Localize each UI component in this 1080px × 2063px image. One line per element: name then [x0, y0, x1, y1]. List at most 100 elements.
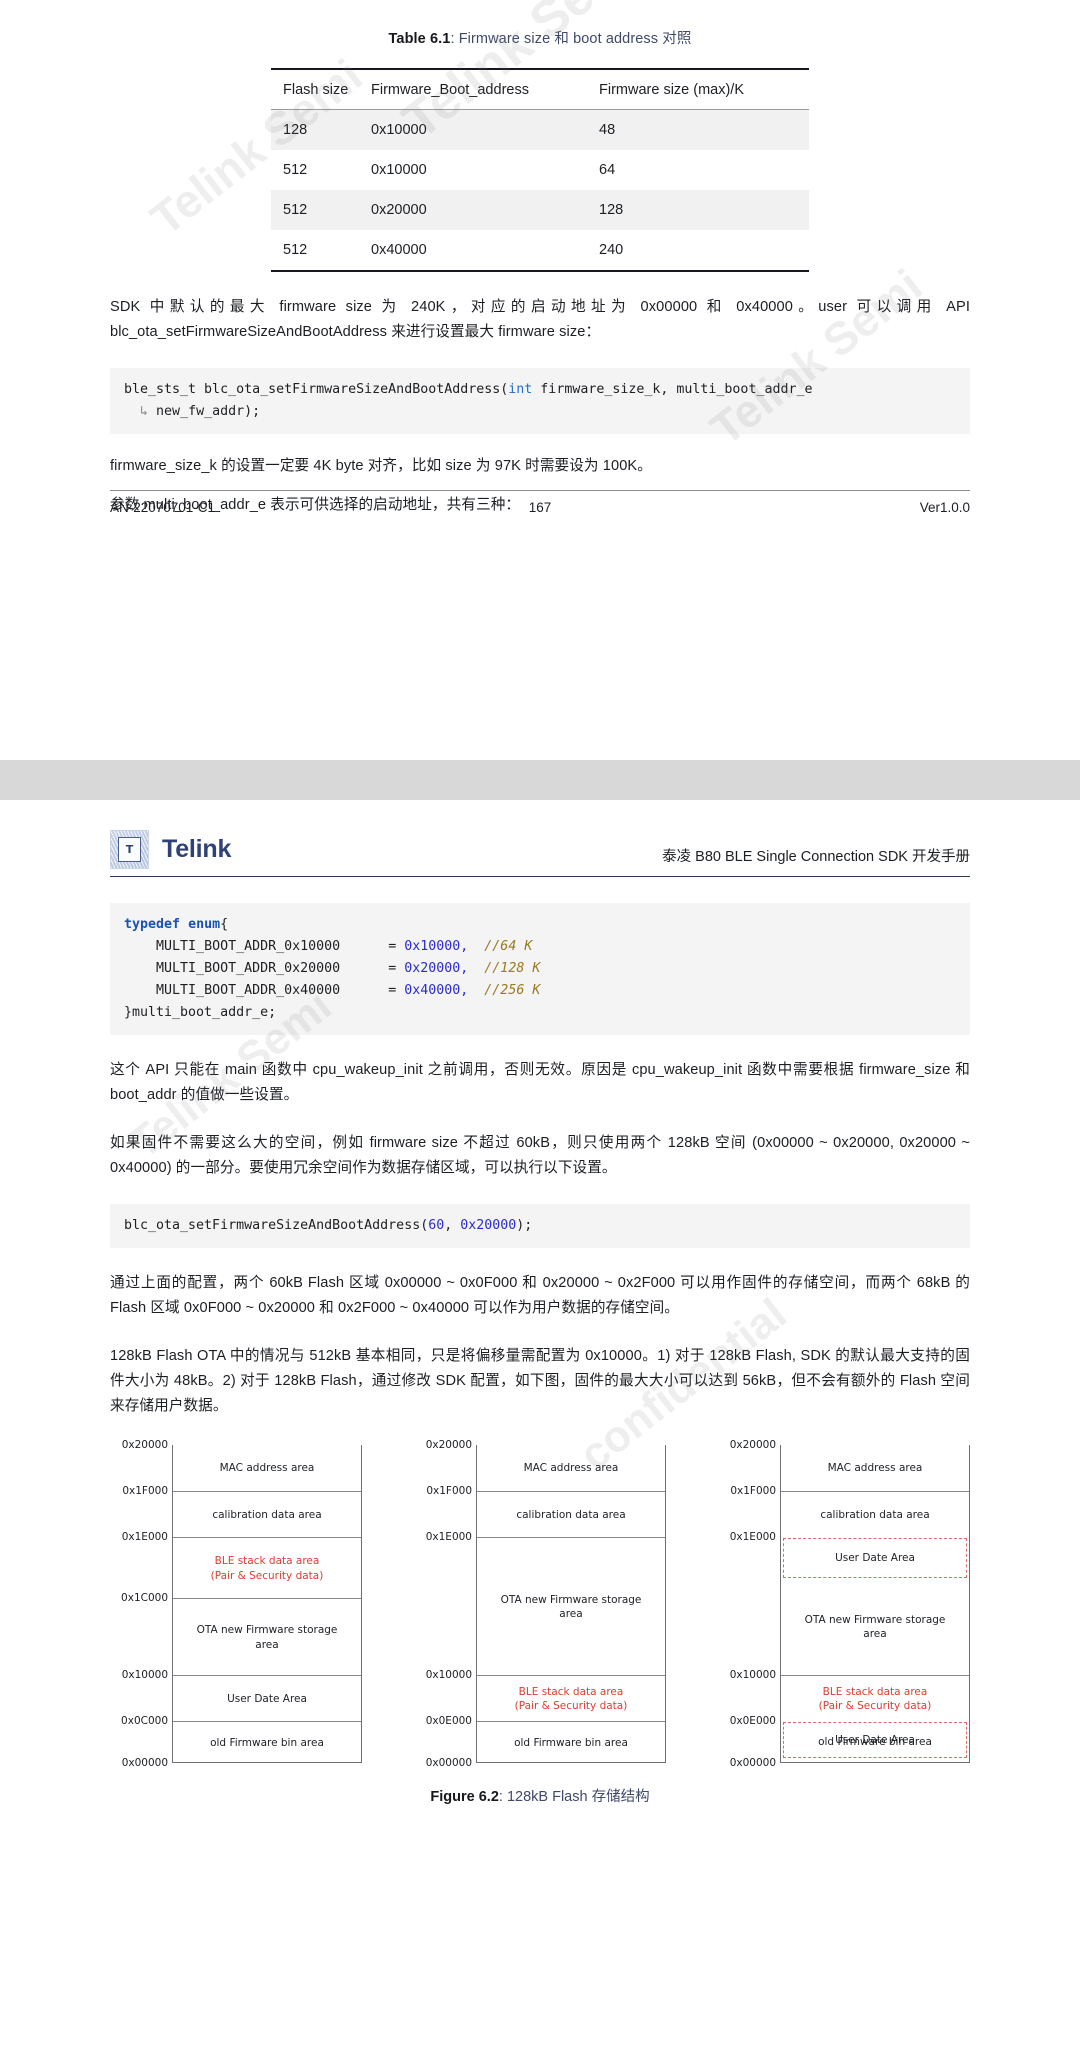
- memory-region-label: MAC address area: [827, 1462, 923, 1475]
- paragraph-128kb-flash-ota: 128kB Flash OTA 中的情况与 512kB 基本相同，只是将偏移量需…: [110, 1348, 970, 1415]
- table-row: 512 0x10000 64: [271, 150, 809, 190]
- address-label: 0x00000: [425, 1757, 472, 1770]
- address-label: 0x1F000: [426, 1485, 472, 1498]
- memory-region-label: User Date Area: [835, 1734, 915, 1747]
- address-label: 0x0E000: [425, 1715, 472, 1728]
- code-comment: //256 K: [484, 982, 541, 998]
- code-block-setfirmwaresize-call: blc_ota_setFirmwareSizeAndBootAddress(60…: [110, 1204, 970, 1248]
- memory-region-label: old Firmware bin area: [210, 1736, 324, 1749]
- address-label: 0x0E000: [729, 1715, 776, 1728]
- memory-region: old Firmware bin area: [173, 1721, 361, 1763]
- address-label: 0x00000: [729, 1757, 776, 1770]
- memory-region: MAC address area: [477, 1445, 665, 1491]
- table-row: 128 0x10000 48: [271, 109, 809, 150]
- memory-region-user-data: User Date Area: [783, 1538, 967, 1579]
- flash-memory-map: MAC address area calibration data area U…: [780, 1445, 970, 1764]
- memory-region-user-data: User Date Area: [783, 1722, 967, 1759]
- table-caption-sep: :: [450, 31, 459, 47]
- code-text: );: [516, 1218, 533, 1234]
- address-label: 0x00000: [121, 1757, 168, 1770]
- table-body: 128 0x10000 48 512 0x10000 64 512 0x2000…: [271, 109, 809, 272]
- memory-region: OTA new Firmware storage area: [781, 1578, 969, 1675]
- code-text: blc_ota_setFirmwareSizeAndBootAddress(: [124, 1218, 429, 1234]
- table-header-cell: Firmware size (max)/K: [599, 70, 809, 110]
- table-row: 512 0x40000 240: [271, 230, 809, 272]
- code-text: }multi_boot_addr_e;: [124, 1004, 277, 1020]
- memory-region: OTA new Firmware storage area: [173, 1598, 361, 1675]
- code-text: =: [388, 938, 397, 954]
- code-enum-name: MULTI_BOOT_ADDR_0x10000: [156, 938, 341, 954]
- memory-region-label: OTA new Firmware storage area: [804, 1613, 946, 1640]
- memory-region-label: User Date Area: [227, 1692, 307, 1705]
- table-cell: 0x40000: [371, 230, 599, 272]
- flash-memory-map: MAC address area calibration data area O…: [476, 1445, 666, 1764]
- table-cell: 128: [283, 122, 308, 138]
- code-keyword: enum: [188, 917, 221, 932]
- table-cell: 512: [283, 162, 308, 178]
- code-text: ,: [444, 1218, 461, 1234]
- table-row: 512 0x20000 128: [271, 190, 809, 230]
- paragraph-small-firmware: 如果固件不需要这么大的空间，例如 firmware size 不超过 60kB，…: [110, 1134, 970, 1176]
- address-label-column: 0x20000 0x1F000 0x1E000 0x10000 0x0E000 …: [414, 1439, 476, 1769]
- memory-region: User Date Area: [173, 1675, 361, 1721]
- memory-region: MAC address area: [173, 1445, 361, 1491]
- memory-region-label: BLE stack data area (Pair & Security data…: [210, 1555, 324, 1582]
- memory-region: old Firmware bin area: [477, 1721, 665, 1763]
- table-cell: 240: [599, 230, 809, 272]
- footer-rule: [110, 490, 970, 491]
- table-header-cell: Flash size: [271, 70, 371, 110]
- memory-region-label: calibration data area: [516, 1508, 626, 1521]
- memory-region: calibration data area: [173, 1491, 361, 1537]
- document-page-2: Telink Semi confidential T Telink 泰凌 B80…: [0, 800, 1080, 2063]
- address-label: 0x1F000: [122, 1485, 168, 1498]
- telink-logo: T Telink: [110, 830, 231, 869]
- flash-memory-map: MAC address area calibration data area B…: [172, 1445, 362, 1764]
- address-label: 0x20000: [425, 1439, 472, 1452]
- code-number: 0x20000: [460, 1218, 517, 1234]
- memory-region: OTA new Firmware storage area: [477, 1537, 665, 1675]
- figure-caption-sep: :: [498, 1789, 507, 1806]
- footer-version: Ver1.0.0: [919, 500, 970, 515]
- code-text: =: [388, 982, 397, 998]
- footer-page-number: 167: [528, 500, 552, 515]
- paragraph-api-call-location: 这个 API 只能在 main 函数中 cpu_wakeup_init 之前调用…: [110, 1061, 970, 1103]
- memory-region: calibration data area: [781, 1491, 969, 1537]
- footer-row: AN-22070701-C1 167 Ver1.0.0: [110, 500, 970, 515]
- code-comment: //128 K: [484, 960, 541, 976]
- table-cell: 48: [599, 122, 616, 138]
- address-label: 0x1F000: [730, 1485, 776, 1498]
- code-enum-name: MULTI_BOOT_ADDR_0x20000: [156, 960, 341, 976]
- flash-diagram-2: 0x20000 0x1F000 0x1E000 0x10000 0x0E000 …: [414, 1439, 666, 1769]
- brand-name: Telink: [162, 835, 232, 863]
- address-label: 0x10000: [729, 1669, 776, 1682]
- address-label: 0x1C000: [121, 1592, 168, 1605]
- address-label: 0x20000: [729, 1439, 776, 1452]
- figure-caption-text: 128kB Flash 存储结构: [506, 1789, 650, 1806]
- code-number: 60: [428, 1218, 445, 1234]
- address-label-column: 0x20000 0x1F000 0x1E000 0x1C000 0x10000 …: [110, 1439, 172, 1769]
- memory-region-label: BLE stack data area (Pair & Security data…: [818, 1685, 932, 1712]
- table-header-cell: Firmware_Boot_address: [371, 70, 599, 110]
- memory-region: BLE stack data area (Pair & Security data…: [173, 1537, 361, 1598]
- table-cell: 0x20000: [371, 202, 427, 218]
- code-comment: //64 K: [484, 938, 533, 954]
- table-cell: 0x10000: [371, 122, 427, 138]
- memory-region-label: OTA new Firmware storage area: [500, 1593, 642, 1620]
- address-label: 0x0C000: [121, 1715, 168, 1728]
- code-text: {: [220, 917, 229, 932]
- memory-region-label: BLE stack data area (Pair & Security data…: [514, 1685, 628, 1712]
- page-separator: [0, 760, 1080, 800]
- address-label: 0x1E000: [729, 1531, 776, 1544]
- memory-region-label: old Firmware bin area: [514, 1736, 628, 1749]
- document-header: T Telink 泰凌 B80 BLE Single Connection SD…: [110, 800, 970, 877]
- table-caption-label: Table 6.1: [388, 31, 451, 47]
- address-label: 0x10000: [121, 1669, 168, 1682]
- table-cell: 512: [271, 230, 371, 272]
- code-text: new_fw_addr);: [156, 404, 261, 420]
- table-header-row: Flash size Firmware_Boot_address Firmwar…: [271, 70, 809, 110]
- code-wrap-arrow-icon: ↳: [140, 404, 149, 420]
- telink-logo-icon: T: [110, 830, 149, 869]
- flash-diagram-3: 0x20000 0x1F000 0x1E000 0x10000 0x0E000 …: [718, 1439, 970, 1769]
- memory-region-label: OTA new Firmware storage area: [196, 1624, 338, 1651]
- code-text: =: [388, 960, 397, 976]
